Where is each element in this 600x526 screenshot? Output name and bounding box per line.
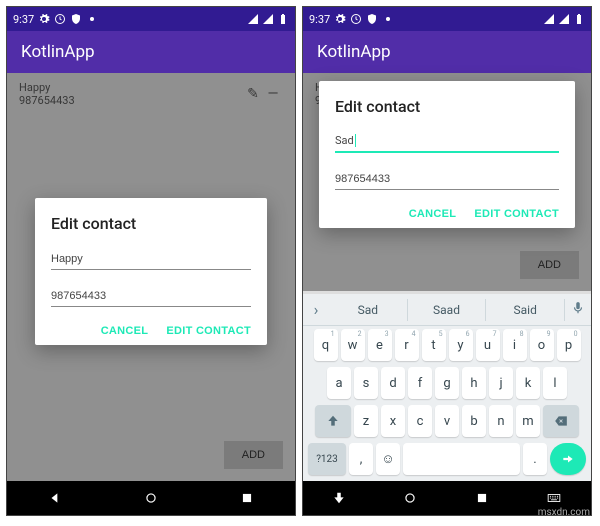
key-w[interactable]: w2 [341,329,365,361]
key-row-1: q1w2e3r4t5y6u7i8o9p0 [303,326,591,364]
key-r[interactable]: r4 [395,329,419,361]
app-title: KotlinApp [317,42,391,62]
mic-icon[interactable] [565,300,591,319]
key-i[interactable]: i8 [503,329,527,361]
app-bar: KotlinApp [303,31,591,73]
cancel-button[interactable]: CANCEL [101,325,149,337]
back-icon[interactable] [48,491,62,505]
phone-left: 9:37 KotlinApp Happy 987654433 ✎ [6,6,296,516]
space-key[interactable] [403,443,520,475]
key-y[interactable]: y6 [449,329,473,361]
signal2-icon [262,13,274,25]
enter-key[interactable] [550,443,586,475]
shield-icon [70,13,82,25]
clock-icon [54,13,66,25]
home-icon[interactable] [144,491,158,505]
app-bar: KotlinApp [7,31,295,73]
symbols-key[interactable]: ?123 [308,443,346,475]
keyboard-icon[interactable] [546,491,562,505]
key-n[interactable]: n [489,405,513,437]
key-e[interactable]: e3 [368,329,392,361]
confirm-button[interactable]: EDIT CONTACT [474,208,559,220]
name-input[interactable] [51,249,251,270]
battery-icon [277,13,289,25]
key-row-2: asdfghjkl [303,364,591,402]
signal-icon [247,13,259,25]
key-x[interactable]: x [381,405,405,437]
status-bar: 9:37 [7,7,295,31]
key-t[interactable]: t5 [422,329,446,361]
shield-icon [366,13,378,25]
key-g[interactable]: g [435,367,459,399]
signal2-icon [558,13,570,25]
suggestion[interactable]: Sad [329,299,408,321]
battery-icon [573,13,585,25]
edit-contact-dialog: Edit contact Sad CANCEL EDIT CONTACT [319,81,575,228]
shift-key[interactable] [315,405,351,437]
dialog-title: Edit contact [335,97,559,116]
key-z[interactable]: z [354,405,378,437]
dialog-title: Edit contact [51,214,251,233]
status-time: 9:37 [309,13,330,26]
suggestion[interactable]: Saad [408,299,487,321]
dot-icon [86,13,98,25]
key-k[interactable]: k [516,367,540,399]
key-row-4: ?123 , ☺ . [303,440,591,481]
status-time: 9:37 [13,13,34,26]
clock-icon [350,13,362,25]
home-icon[interactable] [403,491,417,505]
key-h[interactable]: h [462,367,486,399]
period-key[interactable]: . [523,443,547,475]
cancel-button[interactable]: CANCEL [409,208,457,220]
soft-keyboard: › Sad Saad Said q1w2e3r4t5y6u7i8o9p0 asd… [303,294,591,481]
recent-icon[interactable] [475,491,489,505]
key-o[interactable]: o9 [530,329,554,361]
recent-icon[interactable] [240,491,254,505]
key-row-3: zxcvbnm [303,402,591,440]
phone-input[interactable] [51,286,251,307]
key-m[interactable]: m [516,405,540,437]
nav-bar [7,481,295,515]
confirm-button[interactable]: EDIT CONTACT [166,325,251,337]
emoji-key[interactable]: ☺ [376,443,400,475]
chevron-right-icon[interactable]: › [303,300,329,319]
comma-key[interactable]: , [349,443,373,475]
app-title: KotlinApp [21,42,95,62]
key-l[interactable]: l [543,367,567,399]
backspace-key[interactable] [543,405,579,437]
phone-right: 9:37 KotlinApp Happy 987654433 ✎ [302,6,592,516]
gear-icon [334,13,346,25]
key-d[interactable]: d [381,367,405,399]
key-v[interactable]: v [435,405,459,437]
key-u[interactable]: u7 [476,329,500,361]
name-input[interactable]: Sad [335,130,559,153]
key-p[interactable]: p0 [557,329,581,361]
key-b[interactable]: b [462,405,486,437]
key-c[interactable]: c [408,405,432,437]
suggestion[interactable]: Said [486,299,565,321]
signal-icon [543,13,555,25]
edit-contact-dialog: Edit contact CANCEL EDIT CONTACT [35,198,267,345]
watermark: msxdn.com [538,507,590,518]
key-f[interactable]: f [408,367,432,399]
key-s[interactable]: s [354,367,378,399]
key-q[interactable]: q1 [314,329,338,361]
suggestion-bar: › Sad Saad Said [303,294,591,326]
phone-input[interactable] [335,169,559,190]
dot-icon [382,13,394,25]
gear-icon [38,13,50,25]
key-a[interactable]: a [327,367,351,399]
key-j[interactable]: j [489,367,513,399]
status-bar: 9:37 [303,7,591,31]
back-icon[interactable] [332,491,346,505]
